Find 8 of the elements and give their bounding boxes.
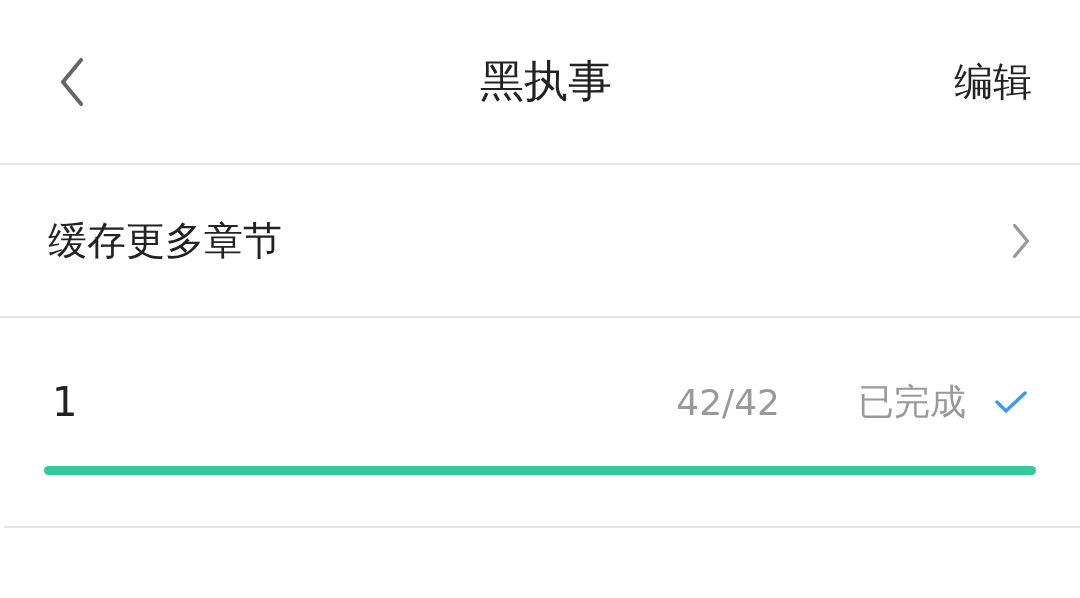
chapter-count: 42/42	[676, 381, 780, 423]
more-chapters-row[interactable]: 缓存更多章节	[0, 165, 1080, 318]
download-status: 已完成	[858, 379, 966, 424]
page-title: 黑执事	[480, 54, 612, 108]
chapter-name: 1	[52, 379, 79, 425]
edit-button[interactable]: 编辑	[954, 54, 1032, 109]
chevron-right-icon	[1012, 222, 1030, 259]
row-label: 缓存更多章节	[48, 216, 282, 265]
